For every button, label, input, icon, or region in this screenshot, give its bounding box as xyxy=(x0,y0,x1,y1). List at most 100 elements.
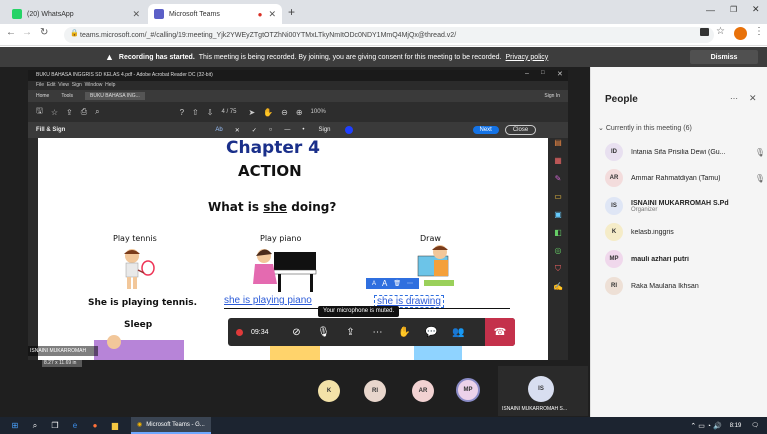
menu-file[interactable]: File xyxy=(36,82,44,88)
tool-edit-icon[interactable]: ✎ xyxy=(548,174,568,192)
font-larger-icon[interactable]: A xyxy=(382,279,387,288)
url-field[interactable]: 🔒 teams.microsoft.com/_#/calling/19:meet… xyxy=(64,27,714,43)
minimize-icon[interactable]: — xyxy=(706,5,715,15)
file-explorer-icon[interactable]: ▆ xyxy=(108,420,122,432)
reload-icon[interactable]: ↻ xyxy=(40,27,48,38)
participant-row[interactable]: IS ISNAINI MUKARROMAH S.Pd Organizer xyxy=(605,192,765,220)
menu-window[interactable]: Window xyxy=(85,82,103,88)
line-tool-icon[interactable]: — xyxy=(284,127,290,133)
browser-menu-icon[interactable]: ⋮ xyxy=(754,26,764,37)
section-header[interactable]: ⌄ Currently in this meeting (6) xyxy=(598,124,692,132)
help-icon[interactable]: ? xyxy=(180,108,184,117)
participant-row[interactable]: K kelasb.inggris xyxy=(605,220,765,244)
tab-home[interactable]: Home xyxy=(36,93,49,99)
more-actions-button[interactable]: ⋯ xyxy=(364,318,391,346)
font-smaller-icon[interactable]: A xyxy=(372,281,376,287)
tool-scan-icon[interactable]: ◎ xyxy=(548,246,568,264)
participant-row[interactable]: RI Raka Maulana Ikhsan xyxy=(605,274,765,298)
gallery-avatar-ri[interactable]: RI xyxy=(364,380,386,402)
upload-icon[interactable]: ⇪ xyxy=(66,108,73,117)
dot-tool-icon[interactable]: • xyxy=(302,127,304,133)
dismiss-button[interactable]: Dismiss xyxy=(690,50,758,64)
typed-answer-piano[interactable]: she is playing piano xyxy=(224,295,312,306)
close-tab-icon[interactable]: ✕ xyxy=(132,9,140,20)
new-tab-button[interactable]: + xyxy=(288,5,295,19)
bookmark-star-icon[interactable]: ☆ xyxy=(716,26,725,37)
firefox-icon[interactable]: ● xyxy=(88,420,102,432)
share-screen-button[interactable]: ⇪ xyxy=(337,318,364,346)
privacy-policy-link[interactable]: Privacy policy xyxy=(506,54,549,61)
cursor-icon[interactable]: ➤ xyxy=(248,108,255,117)
close-tab-icon[interactable]: ✕ xyxy=(268,9,276,20)
maximize-icon[interactable]: ❐ xyxy=(730,5,737,14)
profile-avatar[interactable] xyxy=(734,27,747,40)
pdf-sign-in[interactable]: Sign In xyxy=(544,93,560,99)
gallery-avatar-k[interactable]: K xyxy=(318,380,340,402)
menu-sign[interactable]: Sign xyxy=(72,82,82,88)
tool-organize-icon[interactable]: ◧ xyxy=(548,228,568,246)
menu-view[interactable]: View xyxy=(58,82,69,88)
tool-comment-icon[interactable]: ▭ xyxy=(548,192,568,210)
tab-tools[interactable]: Tools xyxy=(61,93,73,99)
participant-row[interactable]: MP mauli azhari putri xyxy=(605,247,765,271)
page-up-icon[interactable]: ⇧ xyxy=(192,108,199,117)
camera-in-use-icon[interactable] xyxy=(700,28,709,36)
pdf-close-icon[interactable]: ✕ xyxy=(557,70,563,78)
task-view-icon[interactable]: ❐ xyxy=(48,420,62,432)
zoom-in-icon[interactable]: ⊕ xyxy=(296,108,303,117)
camera-off-button[interactable]: ⊘ xyxy=(283,318,310,346)
tool-export-icon[interactable]: ▦ xyxy=(548,156,568,174)
sign-tool[interactable]: Sign xyxy=(318,127,330,133)
menu-edit[interactable]: Edit xyxy=(47,82,56,88)
hand-icon[interactable]: ✋ xyxy=(263,108,273,117)
hang-up-button[interactable]: ☎ xyxy=(485,318,515,346)
tool-combine-icon[interactable]: ▣ xyxy=(548,210,568,228)
delete-icon[interactable]: 🗑 xyxy=(393,280,401,287)
star-icon[interactable]: ☆ xyxy=(51,108,58,117)
page-indicator[interactable]: 4 / 75 xyxy=(221,109,236,115)
page-down-icon[interactable]: ⇩ xyxy=(207,108,214,117)
raise-hand-button[interactable]: ✋ xyxy=(391,318,418,346)
pdf-maximize-icon[interactable]: □ xyxy=(541,70,545,76)
text-tool-icon[interactable]: Ab xyxy=(215,127,222,133)
pdf-minimize-icon[interactable]: – xyxy=(525,70,529,77)
cross-tool-icon[interactable]: ✕ xyxy=(235,127,240,134)
close-window-icon[interactable]: ✕ xyxy=(752,4,760,15)
taskbar-teams-app[interactable]: ◉ Microsoft Teams - G... xyxy=(131,417,211,434)
zoom-out-icon[interactable]: ⊖ xyxy=(281,108,288,117)
close-panel-icon[interactable]: ✕ xyxy=(749,93,757,104)
circle-tool-icon[interactable]: ○ xyxy=(269,127,273,133)
windows-start-icon[interactable]: ⊞ xyxy=(8,420,22,432)
zoom-level[interactable]: 100% xyxy=(311,109,326,115)
save-icon[interactable]: 🖫 xyxy=(36,105,43,119)
mic-muted-button[interactable]: 🎙 xyxy=(310,318,337,346)
more-icon[interactable]: ⋯ xyxy=(407,280,413,287)
search-icon[interactable]: ⌕ xyxy=(28,420,42,432)
forward-icon[interactable]: → xyxy=(22,27,32,38)
participants-button[interactable]: 👥 xyxy=(445,318,472,346)
search-icon[interactable]: ⌕ xyxy=(95,107,99,117)
print-icon[interactable]: ⎙ xyxy=(81,107,87,117)
back-icon[interactable]: ← xyxy=(6,27,16,38)
tool-pdf-icon[interactable]: ▤ xyxy=(548,138,568,156)
system-tray-icons[interactable]: ⌃ ▭ ◔ 🔊 xyxy=(690,422,721,430)
tab-whatsapp[interactable]: (20) WhatsApp ✕ xyxy=(6,4,146,24)
tool-protect-icon[interactable]: ⛉ xyxy=(548,264,568,282)
close-button[interactable]: Close xyxy=(504,125,537,135)
clock[interactable]: 8:19 xyxy=(730,423,742,429)
participant-row[interactable]: ID Intania Sifa Prisilia Dewi (Gu... 🎙 xyxy=(605,140,765,164)
notifications-icon[interactable]: 🗨 xyxy=(751,422,759,429)
tab-document[interactable]: BUKU BAHASA ING... xyxy=(85,92,145,100)
check-tool-icon[interactable]: ✓ xyxy=(252,127,257,134)
edge-icon[interactable]: e xyxy=(68,420,82,432)
gallery-avatar-mp[interactable]: MP xyxy=(456,378,480,402)
tool-fill-sign-icon[interactable]: ✍ xyxy=(548,282,568,300)
menu-help[interactable]: Help xyxy=(105,82,115,88)
chat-button[interactable]: 💬 xyxy=(418,318,445,346)
tab-teams[interactable]: Microsoft Teams ● ✕ xyxy=(148,4,282,24)
gallery-avatar-ar[interactable]: AR xyxy=(412,380,434,402)
next-button[interactable]: Next xyxy=(472,126,499,134)
color-picker-dot[interactable] xyxy=(344,126,353,134)
participant-row[interactable]: AR Ammar Rahmatdiyan (Tamu) 🎙 xyxy=(605,166,765,190)
more-options-icon[interactable]: ⋯ xyxy=(730,94,738,103)
